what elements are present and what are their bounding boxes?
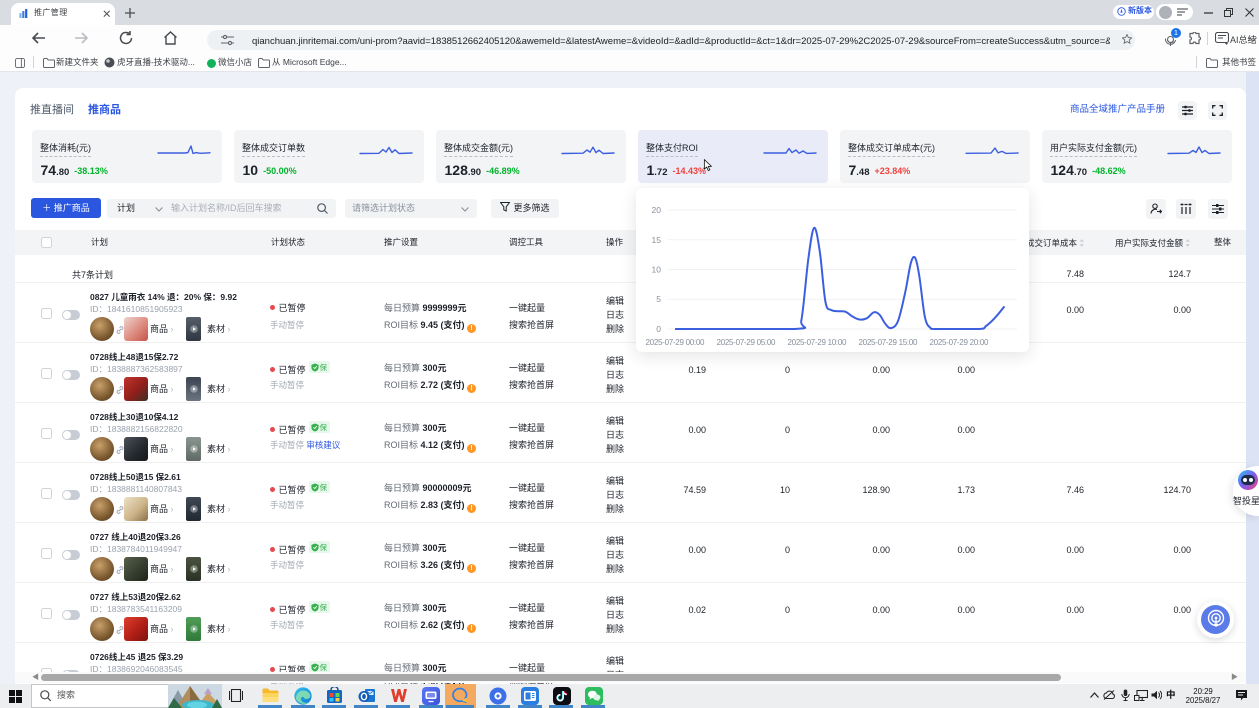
svg-text:10: 10 <box>652 265 662 275</box>
svg-text:2025-07-29 05:00: 2025-07-29 05:00 <box>717 338 777 347</box>
svg-text:5: 5 <box>656 294 661 304</box>
svg-text:2025-07-29 20:00: 2025-07-29 20:00 <box>930 338 990 347</box>
svg-text:0: 0 <box>656 324 661 334</box>
svg-text:2025-07-29 15:00: 2025-07-29 15:00 <box>859 338 919 347</box>
svg-text:2025-07-29 10:00: 2025-07-29 10:00 <box>788 338 848 347</box>
svg-text:20: 20 <box>652 205 662 215</box>
svg-text:2025-07-29 00:00: 2025-07-29 00:00 <box>646 338 706 347</box>
svg-text:15: 15 <box>652 235 662 245</box>
